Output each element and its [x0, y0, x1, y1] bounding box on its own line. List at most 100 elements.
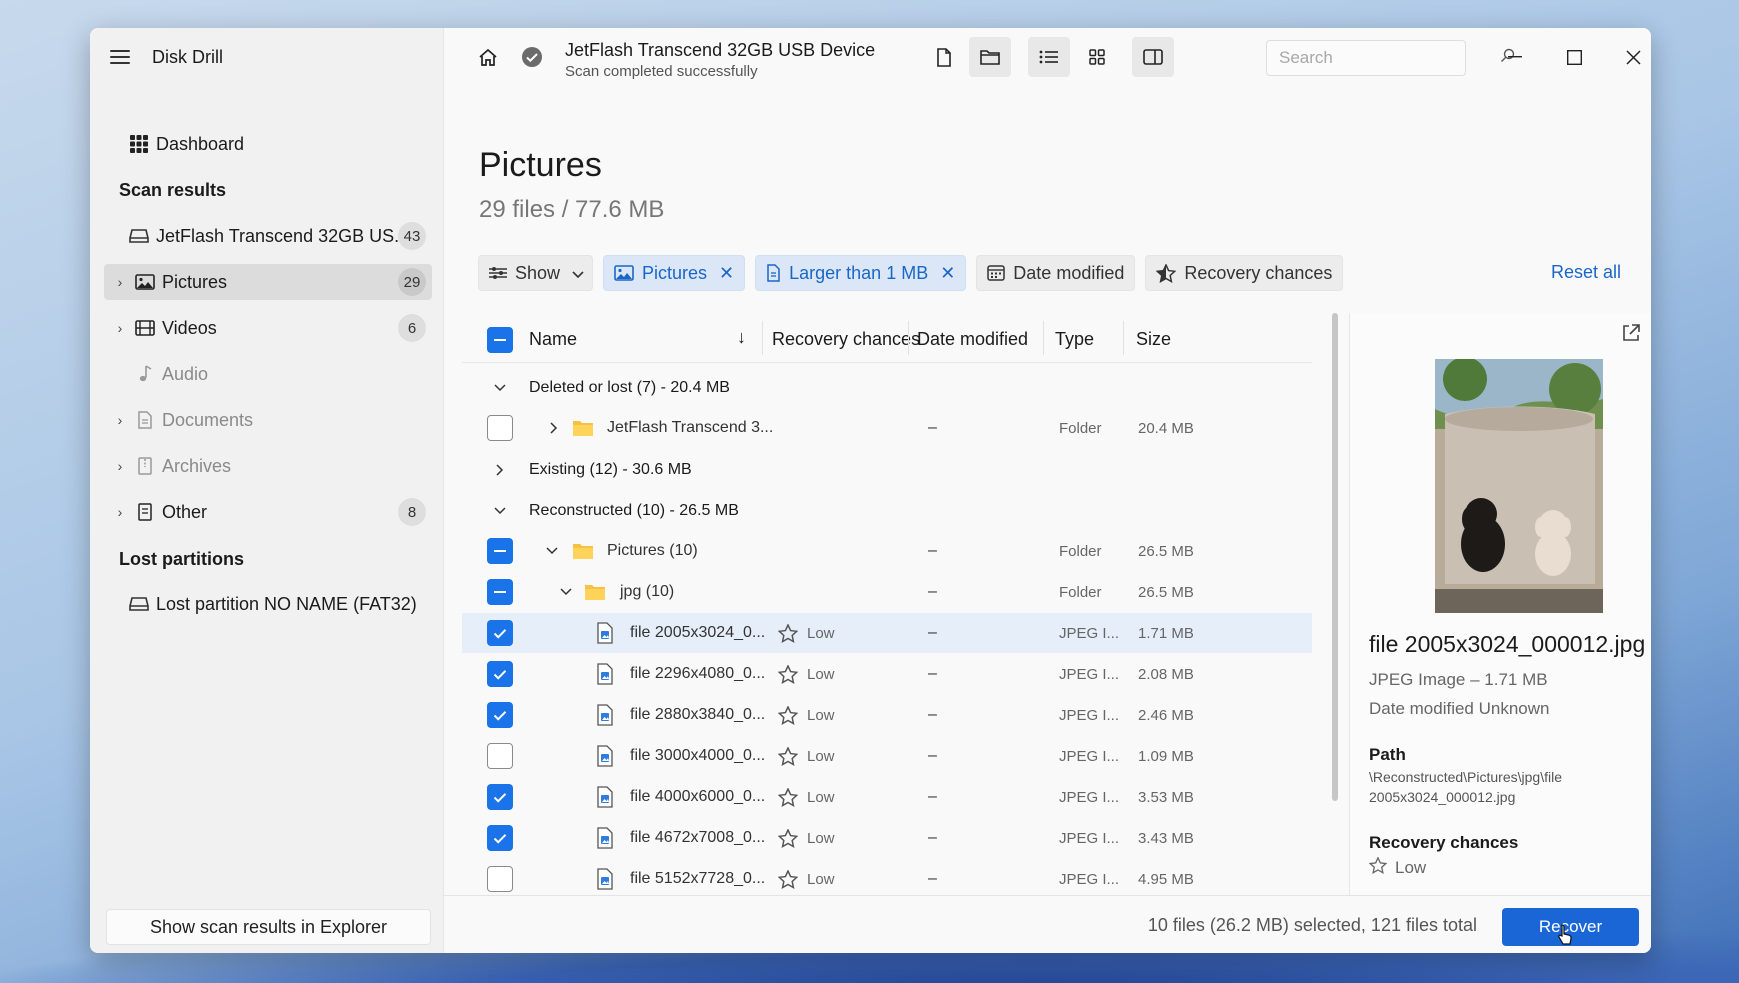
recovery-chances-filter-button[interactable]: Recovery chances — [1145, 255, 1344, 291]
row-checkbox[interactable] — [487, 538, 513, 564]
search-box[interactable] — [1266, 40, 1515, 76]
column-type[interactable]: Type — [1055, 329, 1094, 350]
select-all-checkbox[interactable] — [487, 327, 513, 353]
close-icon[interactable] — [1613, 42, 1651, 72]
chevron-right-icon[interactable]: › — [110, 504, 130, 520]
file-type: JPEG I... — [1059, 747, 1120, 765]
row-checkbox[interactable] — [487, 825, 513, 851]
hamburger-menu-icon[interactable] — [110, 50, 130, 64]
app-title: Disk Drill — [152, 46, 223, 67]
column-recovery-chances[interactable]: Recovery chances — [772, 329, 920, 350]
file-name: file 4672x7008_0... — [630, 829, 766, 846]
chevron-right-icon[interactable]: › — [110, 320, 130, 336]
date-modified-filter-button[interactable]: Date modified — [976, 255, 1136, 291]
size-chip-label: Larger than 1 MB — [789, 262, 929, 283]
show-label: Show — [515, 262, 561, 283]
open-external-icon[interactable] — [1621, 323, 1641, 348]
sidebar-item-label: Other — [162, 501, 208, 522]
home-icon[interactable] — [473, 42, 503, 72]
star-outline-icon — [778, 777, 798, 817]
show-filter-button[interactable]: Show — [478, 255, 593, 291]
row-checkbox[interactable] — [487, 661, 513, 687]
jpeg-file-icon — [596, 736, 614, 776]
list-view-icon[interactable] — [1028, 37, 1070, 77]
file-table: Name ↓ Recovery chances Date modified Ty… — [462, 313, 1312, 913]
maximize-icon[interactable] — [1554, 42, 1594, 72]
show-in-explorer-button[interactable]: Show scan results in Explorer — [106, 909, 431, 945]
search-input[interactable] — [1279, 48, 1500, 68]
group-row-existing[interactable]: Existing (12) - 30.6 MB — [462, 450, 1312, 490]
sidebar-item-archives[interactable]: › Archives — [104, 448, 432, 484]
sidebar-item-dashboard[interactable]: Dashboard — [124, 126, 452, 162]
chevron-right-icon[interactable]: › — [110, 274, 130, 290]
table-row[interactable]: JetFlash Transcend 3... – Folder 20.4 MB — [462, 408, 1312, 448]
table-row[interactable]: file 2296x4080_0... Low – JPEG I... 2.08 MB — [462, 654, 1312, 694]
file-recovery: Low — [807, 747, 835, 765]
chevron-right-icon[interactable] — [544, 408, 564, 448]
folder-view-icon[interactable] — [969, 37, 1011, 77]
sidebar-item-documents[interactable]: › Documents — [104, 402, 432, 438]
sidebar-item-label: Dashboard — [156, 133, 245, 154]
table-row[interactable]: file 2005x3024_0... Low – JPEG I... 1.71 MB — [462, 613, 1312, 653]
sort-down-arrow-icon[interactable]: ↓ — [737, 327, 746, 348]
file-name: jpg (10) — [620, 583, 675, 600]
file-view-icon[interactable] — [929, 42, 959, 72]
sidebar-item-videos[interactable]: › Videos 6 — [104, 310, 432, 346]
chevron-right-icon[interactable]: › — [110, 412, 130, 428]
detail-path-value: \Reconstructed\Pictures\jpg\file 2005x30… — [1369, 769, 1562, 805]
remove-filter-icon[interactable]: ✕ — [719, 263, 734, 284]
grid-view-icon[interactable] — [1082, 42, 1112, 72]
sidebar-item-audio[interactable]: Audio — [104, 356, 432, 392]
row-checkbox[interactable] — [487, 866, 513, 892]
jpeg-file-icon — [596, 695, 614, 735]
remove-filter-icon[interactable]: ✕ — [940, 263, 955, 284]
column-date-modified[interactable]: Date modified — [917, 329, 1028, 350]
row-checkbox[interactable] — [487, 415, 513, 441]
file-date: – — [928, 788, 937, 805]
row-checkbox[interactable] — [487, 579, 513, 605]
table-scrollbar[interactable] — [1332, 313, 1338, 801]
file-date: – — [928, 419, 937, 436]
chevron-down-icon[interactable] — [556, 572, 576, 612]
chevron-down-icon[interactable] — [490, 368, 510, 408]
table-row[interactable]: file 5152x7728_0... Low – JPEG I... 4.95 MB — [462, 859, 1312, 899]
group-row-deleted[interactable]: Deleted or lost (7) - 20.4 MB — [462, 368, 1312, 408]
sidebar-item-label: Lost partition NO NAME (FAT32) — [156, 593, 417, 614]
row-checkbox[interactable] — [487, 743, 513, 769]
group-row-reconstructed[interactable]: Reconstructed (10) - 26.5 MB — [462, 491, 1312, 531]
chevron-down-icon[interactable] — [542, 531, 562, 571]
chevron-right-icon[interactable] — [490, 450, 510, 490]
chevron-right-icon[interactable]: › — [110, 458, 130, 474]
size-filter-chip[interactable]: Larger than 1 MB ✕ — [755, 255, 967, 291]
top-bar: JetFlash Transcend 32GB USB Device Scan … — [444, 28, 1651, 86]
table-row[interactable]: file 2880x3840_0... Low – JPEG I... 2.46 MB — [462, 695, 1312, 735]
column-name[interactable]: Name — [529, 329, 577, 350]
minimize-icon[interactable] — [1495, 42, 1535, 72]
file-date: – — [928, 583, 937, 600]
table-row[interactable]: Pictures (10) – Folder 26.5 MB — [462, 531, 1312, 571]
table-row[interactable]: file 4672x7008_0... Low – JPEG I... 3.43 MB — [462, 818, 1312, 858]
table-row[interactable]: file 4000x6000_0... Low – JPEG I... 3.53 MB — [462, 777, 1312, 817]
sidebar-item-device[interactable]: JetFlash Transcend 32GB US... 43 — [124, 218, 432, 254]
folder-icon — [572, 531, 594, 571]
details-panel: file 2005x3024_000012.jpg JPEG Image – 1… — [1349, 313, 1651, 923]
row-checkbox[interactable] — [487, 620, 513, 646]
pictures-filter-chip[interactable]: Pictures ✕ — [603, 255, 746, 291]
image-preview — [1435, 359, 1603, 613]
archive-icon — [134, 457, 156, 475]
file-name: Pictures (10) — [607, 542, 698, 559]
table-row[interactable]: jpg (10) – Folder 26.5 MB — [462, 572, 1312, 612]
sidebar-item-other[interactable]: › Other 8 — [104, 494, 432, 530]
preview-pane-icon[interactable] — [1132, 37, 1174, 77]
sidebar-item-pictures[interactable]: › Pictures 29 — [104, 264, 432, 300]
row-checkbox[interactable] — [487, 784, 513, 810]
chevron-down-icon[interactable] — [490, 491, 510, 531]
column-size[interactable]: Size — [1136, 329, 1171, 350]
reset-all-link[interactable]: Reset all — [1551, 262, 1621, 283]
sidebar-item-lost-partition[interactable]: Lost partition NO NAME (FAT32) — [124, 586, 432, 622]
sidebar-item-label: Pictures — [162, 271, 228, 292]
table-row[interactable]: file 3000x4000_0... Low – JPEG I... 1.09 MB — [462, 736, 1312, 776]
star-outline-icon — [778, 736, 798, 776]
file-name: JetFlash Transcend 3... — [607, 419, 774, 436]
row-checkbox[interactable] — [487, 702, 513, 728]
